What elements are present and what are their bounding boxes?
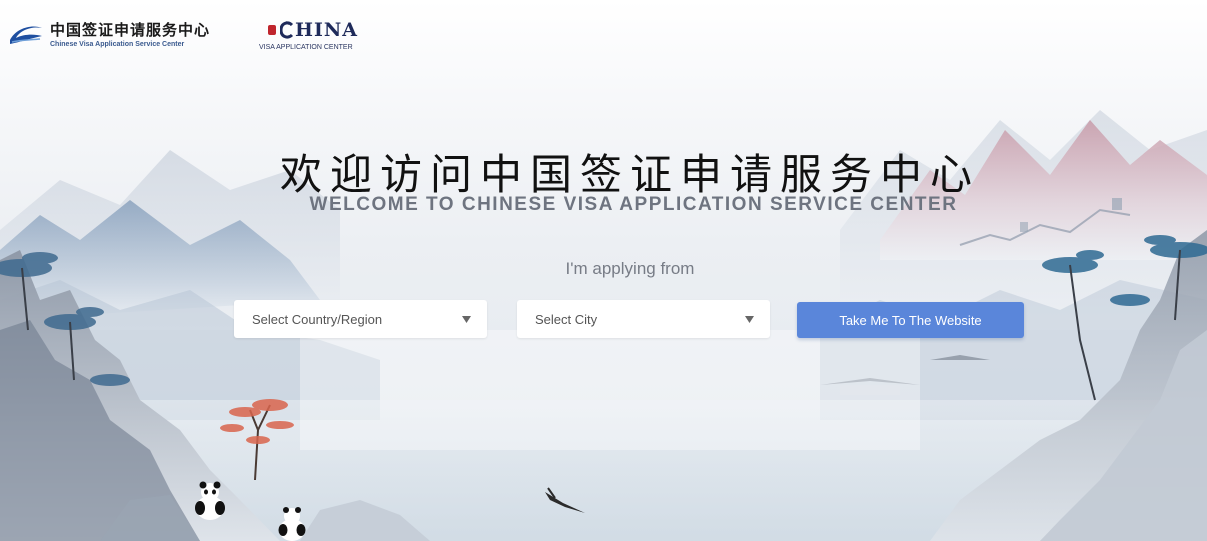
landing-page: 中国签证申请服务中心 Chinese Visa Application Serv…: [0, 0, 1207, 541]
chevron-down-icon: [745, 315, 754, 323]
swoosh-logo-icon: [10, 26, 42, 44]
chevron-down-icon: [462, 315, 471, 323]
logo-chinese-name: 中国签证申请服务中心: [50, 21, 211, 39]
red-seal-icon: [268, 25, 276, 35]
country-region-select[interactable]: Select Country/Region: [234, 300, 487, 338]
brush-c-icon: [280, 21, 294, 39]
applying-from-label: I'm applying from: [565, 259, 695, 278]
cvasc-logo[interactable]: 中国签证申请服务中心 Chinese Visa Application Serv…: [8, 22, 210, 48]
take-me-to-website-button[interactable]: Take Me To The Website: [797, 302, 1024, 338]
city-select-value: Select City: [535, 311, 598, 327]
china-logo-word: HINA: [295, 19, 358, 41]
country-select-value: Select Country/Region: [252, 311, 383, 327]
city-select[interactable]: Select City: [517, 300, 770, 338]
welcome-title-english: WELCOME TO CHINESE VISA APPLICATION SERV…: [309, 194, 958, 215]
logo-english-name: Chinese Visa Application Service Center: [50, 41, 185, 48]
welcome-title-chinese: 欢迎访问中国签证申请服务中心: [280, 150, 981, 199]
china-visa-center-logo[interactable]: HINA VISA APPLICATION CENTER: [259, 19, 358, 51]
china-logo-subtitle: VISA APPLICATION CENTER: [259, 44, 353, 51]
